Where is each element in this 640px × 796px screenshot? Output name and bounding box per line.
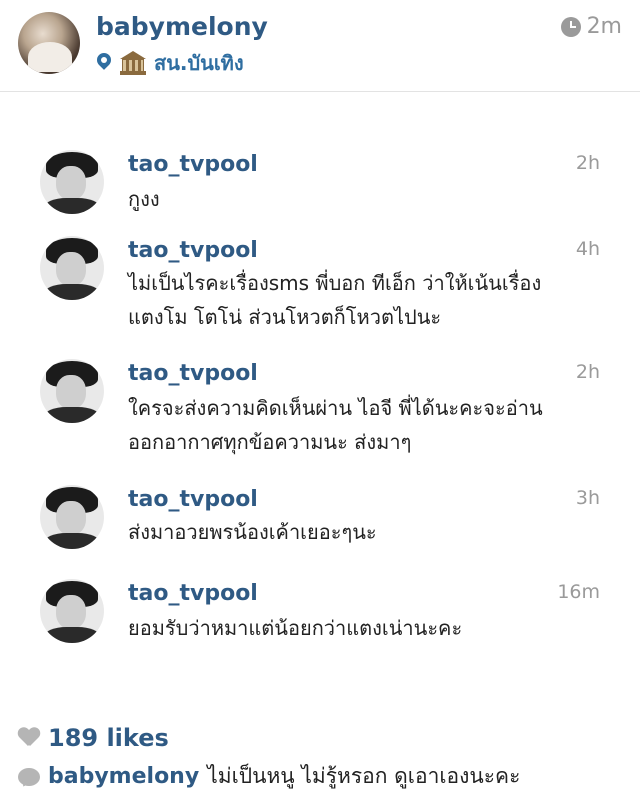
building-emoji-icon [120,51,146,75]
caption-username[interactable]: babymelony [48,764,199,789]
caption-row: babymelony ไม่เป็นหนู ไม่รู้หรอก ดูเอาเอ… [18,760,520,793]
comment-time: 4h [575,238,600,260]
heart-icon [18,728,40,748]
commenter-avatar[interactable] [40,150,104,214]
comment-line: ไม่เป็นไรคะเรื่องsms พี่บอก ทีเอ็ก ว่าให… [128,271,542,295]
commenter-username[interactable]: tao_tvpool [128,487,258,512]
commenter-username[interactable]: tao_tvpool [128,152,258,177]
post-header: babymelony สน.บันเทิง 2m [0,0,640,92]
comment-text: ใครจะส่งความคิดเห็นผ่าน ไอจี พี่ได้นะคะจ… [128,391,598,459]
commenter-avatar[interactable] [40,485,104,549]
comment-time: 2h [575,152,600,174]
comment-time: 16m [557,581,600,603]
comment-line: ใครจะส่งความคิดเห็นผ่าน ไอจี พี่ได้นะคะจ… [128,396,543,420]
commenter-username[interactable]: tao_tvpool [128,581,258,606]
caption-text: ไม่เป็นหนู ไม่รู้หรอก ดูเอาเองนะคะ [207,764,521,788]
comment-line: ยอมรับว่าหมาแต่น้อยกว่าแตงเน่านะคะ [128,616,463,640]
post-time: 2m [560,14,622,39]
comment-time: 3h [575,487,600,509]
comment-text: ยอมรับว่าหมาแต่น้อยกว่าแตงเน่านะคะ [128,611,598,645]
clock-icon [560,16,581,37]
comment-text: ส่งมาอวยพรน้องเค้าเยอะๆนะ [128,515,598,549]
comment-line: แตงโม โตโน่ ส่วนโหวตก็โหวตไปนะ [128,305,442,329]
location-row[interactable]: สน.บันเทิง [96,47,244,79]
post-time-label: 2m [586,14,622,39]
location-label[interactable]: สน.บันเทิง [154,47,244,79]
comment-time: 2h [575,361,600,383]
commenter-username[interactable]: tao_tvpool [128,238,258,263]
poster-avatar[interactable] [18,12,80,74]
comment-bubble-icon [18,767,40,786]
comment-line: ส่งมาอวยพรน้องเค้าเยอะๆนะ [128,520,377,544]
likes-count[interactable]: 189 likes [48,724,169,752]
comment-text: กูงง [128,182,598,216]
comment-line: กูงง [128,187,160,211]
comment-line: ออกอากาศทุกข้อความนะ ส่งมาๆ [128,430,412,454]
commenter-username[interactable]: tao_tvpool [128,361,258,386]
commenter-avatar[interactable] [40,579,104,643]
poster-username[interactable]: babymelony [96,12,268,41]
location-pin-icon [96,52,112,74]
commenter-avatar[interactable] [40,236,104,300]
comment-text: ไม่เป็นไรคะเรื่องsms พี่บอก ทีเอ็ก ว่าให… [128,266,598,334]
likes-row[interactable]: 189 likes [18,724,169,752]
commenter-avatar[interactable] [40,359,104,423]
